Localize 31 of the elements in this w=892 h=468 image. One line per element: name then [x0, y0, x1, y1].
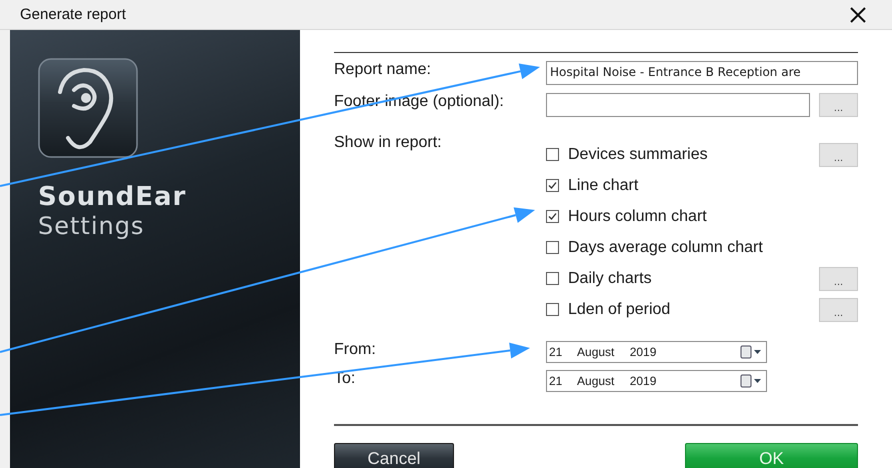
options-button[interactable]: ... [819, 142, 858, 166]
checkbox[interactable] [546, 272, 559, 285]
checkbox-label: Hours column chart [568, 208, 707, 226]
field-label: Show in report: [334, 134, 443, 152]
ear-logo-icon [38, 58, 138, 158]
calendar-dropdown-icon[interactable] [740, 374, 762, 388]
checkbox-label: Devices summaries [568, 146, 708, 164]
window-title: Generate report [20, 6, 126, 23]
footer-image-field[interactable] [546, 93, 810, 117]
date-picker[interactable]: 21 August 2019 [546, 341, 767, 363]
field-label: Report name: [334, 61, 432, 79]
options-button[interactable]: ... [819, 298, 858, 322]
brand-name: SoundEar [38, 182, 186, 212]
checkbox-label: Line chart [568, 176, 638, 194]
browse-button[interactable]: ... [819, 93, 858, 117]
report-name-field[interactable]: Hospital Noise - Entrance B Reception are [546, 61, 858, 85]
checkbox-label: Lden of period [568, 300, 670, 318]
calendar-dropdown-icon[interactable] [740, 345, 762, 359]
date-label: From: [334, 341, 377, 359]
checkbox[interactable] [546, 148, 559, 161]
checkbox[interactable] [546, 210, 559, 223]
checkbox[interactable] [546, 179, 559, 192]
checkbox-label: Daily charts [568, 270, 652, 288]
checkbox[interactable] [546, 241, 559, 254]
close-icon[interactable] [850, 6, 866, 22]
options-button[interactable]: ... [819, 266, 858, 290]
checkbox-label: Days average column chart [568, 238, 763, 256]
checkbox[interactable] [546, 303, 559, 316]
cancel-button[interactable]: Cancel [334, 443, 454, 468]
date-picker[interactable]: 21 August 2019 [546, 370, 767, 392]
brand-subtitle: Settings [38, 212, 144, 240]
